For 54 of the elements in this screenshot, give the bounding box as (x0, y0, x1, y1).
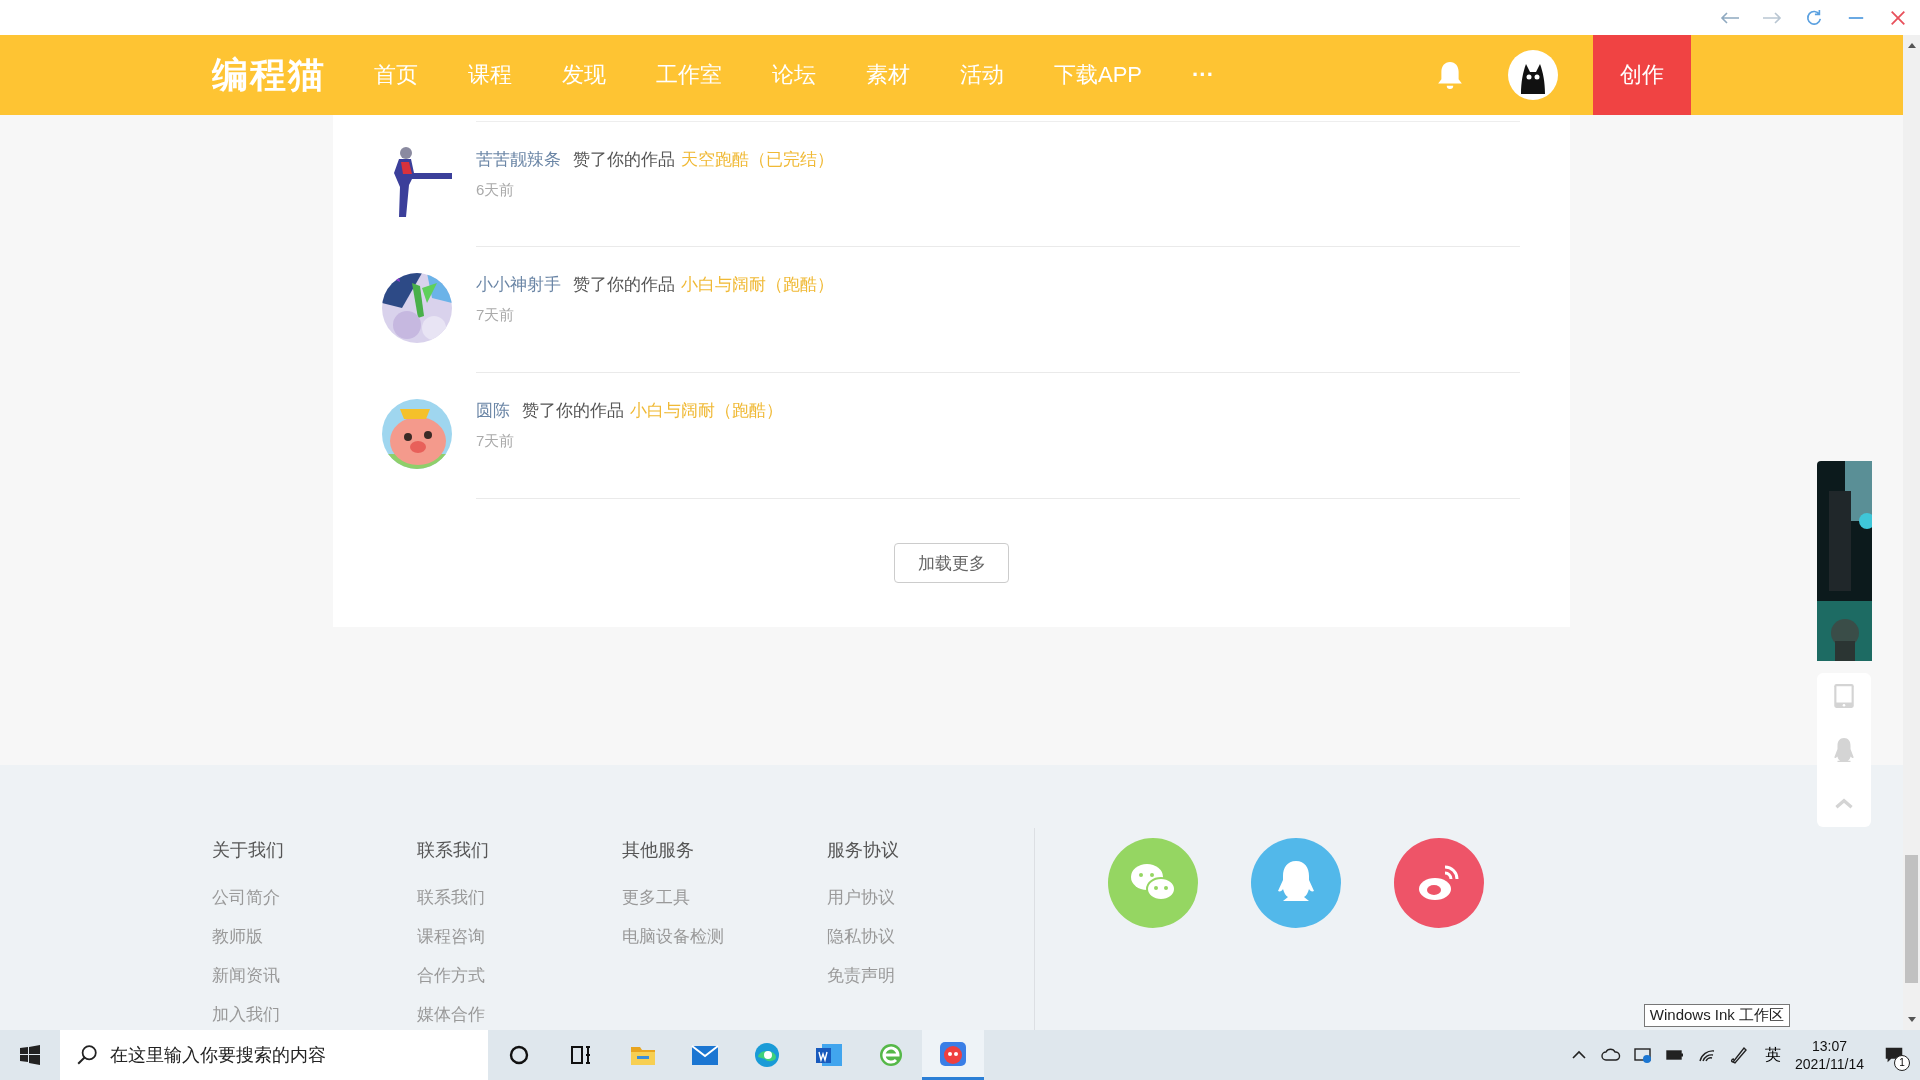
monitor-icon[interactable] (1632, 1045, 1653, 1065)
footer-link[interactable]: 电脑设备检测 (622, 925, 724, 948)
tooltip: Windows Ink 工作区 (1643, 1004, 1790, 1027)
more-menu[interactable]: ··· (1192, 62, 1214, 88)
time-text: 7天前 (476, 432, 515, 451)
pen-icon[interactable] (1728, 1045, 1749, 1065)
footer-link[interactable]: 更多工具 (622, 886, 690, 909)
search-field[interactable]: 在这里输入你要搜索的内容 (60, 1030, 488, 1080)
action-text: 赞了你的作品 (573, 149, 675, 171)
start-icon[interactable] (20, 1045, 40, 1065)
notification-count: 1 (1894, 1055, 1910, 1071)
user-avatar[interactable] (1508, 50, 1558, 100)
load-more-button[interactable]: 加载更多 (894, 543, 1009, 583)
footer-heading: 服务协议 (827, 839, 899, 862)
logo[interactable]: 编程猫 (212, 50, 326, 100)
nav-link[interactable]: 素材 (866, 60, 910, 90)
nav-link[interactable]: 下载APP (1054, 60, 1143, 90)
scrollbar[interactable] (1903, 35, 1920, 1030)
create-button[interactable]: 创作 (1593, 35, 1691, 115)
footer-link[interactable]: 免责声明 (827, 964, 895, 987)
nav-link[interactable]: 发现 (562, 60, 606, 90)
footer-link[interactable]: 公司简介 (212, 886, 280, 909)
refresh-icon[interactable] (1804, 8, 1824, 27)
search-icon (76, 1044, 98, 1066)
footer-link[interactable]: 新闻资讯 (212, 964, 280, 987)
nav-link[interactable]: 首页 (374, 60, 418, 90)
nav-link[interactable]: 课程 (468, 60, 512, 90)
footer-link[interactable]: 媒体合作 (417, 1003, 485, 1026)
footer-link[interactable]: 教师版 (212, 925, 263, 948)
footer-link[interactable]: 合作方式 (417, 964, 485, 987)
close-icon[interactable] (1888, 8, 1908, 27)
action-text: 赞了你的作品 (573, 274, 675, 296)
nav-link[interactable]: 活动 (960, 60, 1004, 90)
footer-link[interactable]: 课程咨询 (417, 925, 485, 948)
input-method-indicator[interactable]: 英 (1764, 1044, 1781, 1066)
nav-link[interactable]: 论坛 (772, 60, 816, 90)
work-link[interactable]: 天空跑酷（已完结） (681, 148, 834, 171)
clock[interactable]: 13:07 2021/11/14 (1794, 1037, 1864, 1073)
footer-link[interactable]: 联系我们 (417, 886, 485, 909)
footer-link[interactable]: 用户协议 (827, 886, 895, 909)
time-text: 6天前 (476, 181, 515, 200)
footer-heading: 联系我们 (417, 839, 489, 862)
user-name-link[interactable]: 苦苦靓辣条 (476, 148, 561, 171)
user-name-link[interactable]: 小小神射手 (476, 273, 561, 296)
nav-link[interactable]: 工作室 (656, 60, 722, 90)
footer-link[interactable]: 加入我们 (212, 1003, 280, 1026)
work-link[interactable]: 小白与阔耐（跑酷） (630, 399, 783, 422)
action-text: 赞了你的作品 (522, 400, 624, 422)
footer-heading: 关于我们 (212, 839, 284, 862)
work-link[interactable]: 小白与阔耐（跑酷） (681, 273, 834, 296)
time-text: 7天前 (476, 306, 515, 325)
footer-link[interactable]: 隐私协议 (827, 925, 895, 948)
footer-heading: 其他服务 (622, 839, 694, 862)
user-name-link[interactable]: 圆陈 (476, 399, 510, 422)
